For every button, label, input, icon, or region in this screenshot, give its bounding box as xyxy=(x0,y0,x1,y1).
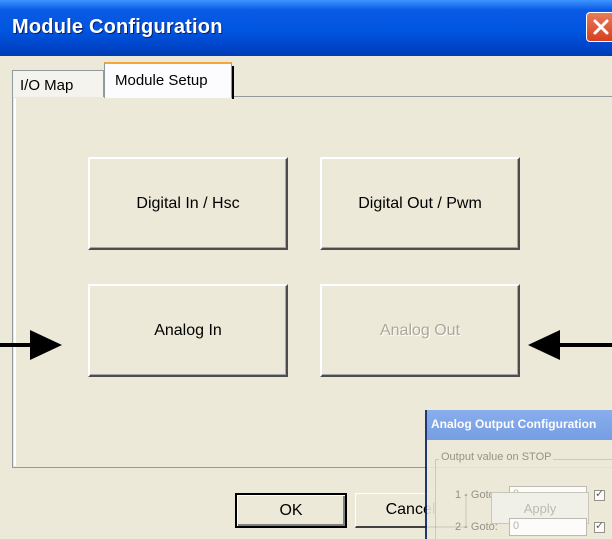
goto-2-value: 0 xyxy=(513,520,520,532)
digital-in-hsc-label: Digital In / Hsc xyxy=(136,194,240,212)
close-button[interactable] xyxy=(586,12,612,42)
analog-output-configuration-dialog: Analog Output Configuration Output value… xyxy=(425,410,612,539)
tab-module-setup[interactable]: Module Setup xyxy=(104,62,234,99)
tab-io-map[interactable]: I/O Map xyxy=(12,70,104,97)
goto-2-checkbox[interactable] xyxy=(594,519,605,533)
goto-1-checkbox[interactable] xyxy=(594,487,605,501)
output-stop-group-label: Output value on STOP xyxy=(439,451,554,463)
module-configuration-window: Module Configuration I/O Map Module Setu… xyxy=(0,0,612,539)
overlay-title: Analog Output Configuration xyxy=(431,417,597,431)
close-icon xyxy=(593,19,609,35)
ok-button[interactable]: OK xyxy=(235,493,347,528)
digital-in-hsc-button[interactable]: Digital In / Hsc xyxy=(88,157,288,250)
digital-out-pwm-button[interactable]: Digital Out / Pwm xyxy=(320,157,520,250)
apply-label: Apply xyxy=(523,500,557,516)
window-title: Module Configuration xyxy=(12,16,223,38)
title-bar[interactable]: Module Configuration xyxy=(0,0,612,56)
arrow-left-icon xyxy=(528,330,612,360)
overlay-title-bar[interactable]: Analog Output Configuration xyxy=(427,410,612,440)
analog-in-label: Analog In xyxy=(154,321,222,339)
analog-in-button[interactable]: Analog In xyxy=(88,284,288,377)
ok-label: OK xyxy=(279,501,303,519)
analog-out-button: Analog Out xyxy=(320,284,520,377)
arrow-right-icon xyxy=(0,330,62,360)
goto-2-field[interactable]: 0 xyxy=(509,518,587,536)
analog-out-label: Analog Out xyxy=(379,321,461,339)
tab-module-setup-label: Module Setup xyxy=(115,72,208,89)
goto-2-label: 2 - Goto: xyxy=(455,521,498,533)
tab-io-map-label: I/O Map xyxy=(20,77,74,94)
digital-out-pwm-label: Digital Out / Pwm xyxy=(358,194,482,212)
